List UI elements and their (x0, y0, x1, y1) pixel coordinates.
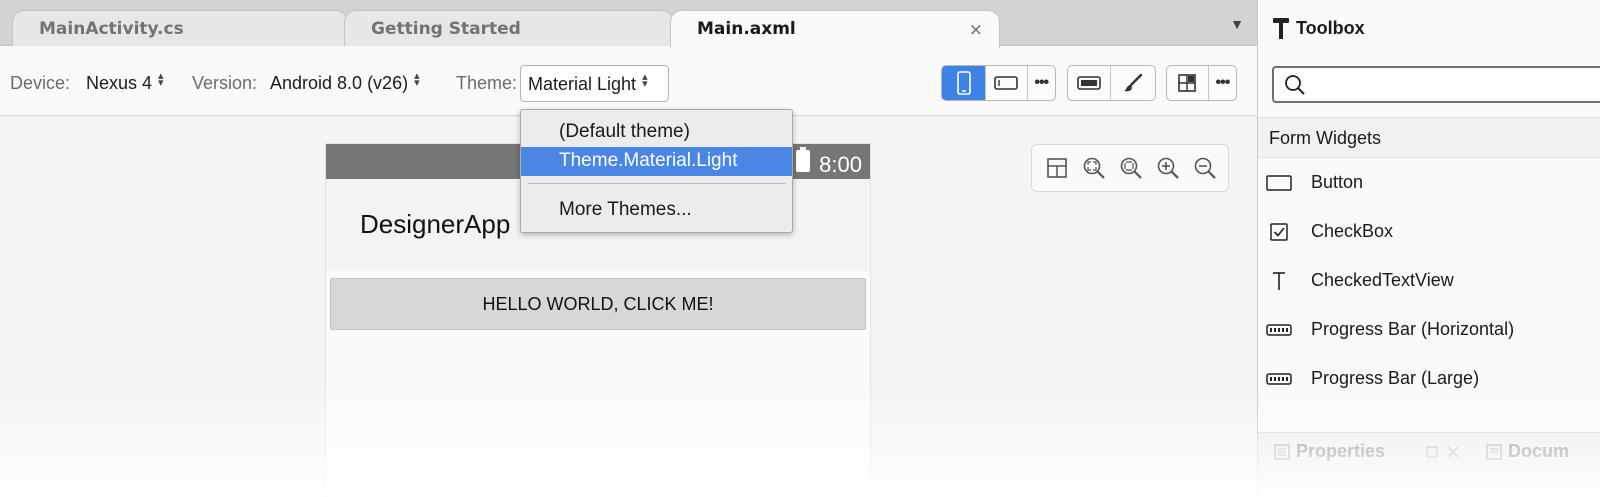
document-icon (1486, 444, 1502, 460)
brush-button[interactable] (1111, 66, 1155, 100)
bottom-panel-tabs: Properties Docum (1258, 432, 1600, 497)
toolbox-item-progress-large[interactable]: Progress Bar (Large) (1258, 354, 1600, 403)
toolbox-item-label: Progress Bar (Large) (1311, 368, 1480, 388)
widget-icon (1077, 76, 1101, 90)
properties-icon (1274, 444, 1290, 460)
landscape-button[interactable] (986, 66, 1028, 100)
layout-icon[interactable] (1042, 154, 1071, 183)
category-form-widgets[interactable]: Form Widgets (1258, 117, 1600, 158)
zoom-out-icon[interactable] (1190, 154, 1219, 183)
layout-button[interactable] (1167, 66, 1209, 100)
toolbox-item-button[interactable]: Button (1258, 158, 1600, 207)
menu-item-material-light[interactable]: Theme.Material.Light (521, 147, 792, 176)
hammer-icon (1273, 18, 1289, 39)
tab-label: Main.axml (697, 19, 796, 39)
grid-layout-icon (1178, 74, 1197, 92)
tab-label: MainActivity.cs (39, 19, 184, 39)
search-icon (1285, 75, 1305, 95)
device-label: Device: (10, 73, 71, 93)
widget-mode-button[interactable] (1068, 66, 1112, 100)
tab-label: Getting Started (371, 19, 521, 39)
portrait-button[interactable] (942, 66, 987, 100)
zoom-in-icon[interactable] (1153, 154, 1182, 183)
designer-editor: MainActivity.cs Getting Started Main.axm… (0, 0, 1258, 497)
device-selector[interactable]: Nexus 4 ▴ ▾ (86, 70, 164, 94)
layout-more-button[interactable]: ••• (1209, 66, 1236, 100)
phone-landscape-icon (994, 76, 1019, 90)
search-input[interactable] (1314, 74, 1594, 96)
toolbox-item-label: Button (1311, 172, 1364, 192)
progress-bar-icon (1266, 366, 1292, 392)
more-icon: ••• (1215, 74, 1230, 91)
layout-tools-group: ••• (1166, 65, 1237, 101)
orientation-toggle-group: ••• (941, 65, 1056, 101)
battery-icon (796, 147, 810, 172)
button-icon (1266, 170, 1292, 196)
toolbox-item-checkbox[interactable]: CheckBox (1258, 207, 1600, 256)
toolbox-item-progress-horizontal[interactable]: Progress Bar (Horizontal) (1258, 305, 1600, 354)
version-value: Android 8.0 (v26) (270, 73, 409, 93)
toolbox-item-label: Progress Bar (Horizontal) (1311, 319, 1515, 339)
tab-getting-started[interactable]: Getting Started (344, 10, 674, 47)
tab-main-axml[interactable]: Main.axml × (670, 10, 1000, 48)
menu-item-default-theme[interactable]: (Default theme) (521, 118, 792, 147)
status-time: 8:00 (819, 152, 862, 177)
theme-selector[interactable]: Material Light ▴ ▾ (520, 65, 669, 102)
tab-document-outline[interactable]: Docum (1508, 441, 1569, 462)
updown-icon: ▴ ▾ (158, 70, 164, 89)
close-icon[interactable]: × (969, 20, 983, 40)
device-more-button[interactable]: ••• (1028, 66, 1056, 100)
checkbox-icon (1266, 219, 1292, 245)
brush-icon (1124, 73, 1143, 92)
device-value: Nexus 4 (86, 73, 153, 93)
tab-overflow-icon[interactable]: ▼ (1230, 16, 1244, 32)
document-tab-bar: MainActivity.cs Getting Started Main.axm… (0, 0, 1258, 48)
toolbox-title: Toolbox (1296, 18, 1365, 38)
toolbox-item-label: CheckBox (1311, 221, 1394, 241)
updown-icon: ▴ ▾ (642, 71, 648, 90)
menu-item-more-themes[interactable]: More Themes... (521, 196, 792, 225)
menu-separator (528, 183, 786, 184)
zoom-fit-icon[interactable] (1079, 154, 1108, 183)
toolbox-item-label: CheckedTextView (1311, 270, 1454, 290)
theme-dropdown-menu: (Default theme) Theme.Material.Light Mor… (520, 109, 793, 233)
designer-toolbar: Device: Nexus 4 ▴ ▾ Version: Android 8.0 (… (0, 46, 1258, 116)
text-icon (1266, 268, 1292, 294)
pin-icon[interactable] (1426, 446, 1438, 458)
toolbox-search[interactable] (1272, 66, 1600, 103)
tab-mainactivity[interactable]: MainActivity.cs (12, 10, 348, 47)
close-icon[interactable] (1447, 446, 1459, 458)
zoom-actual-icon[interactable] (1116, 154, 1145, 183)
version-selector[interactable]: Android 8.0 (v26) ▴ ▾ (270, 70, 420, 94)
toolbox-item-checkedtextview[interactable]: CheckedTextView (1258, 256, 1600, 305)
design-tools-group (1067, 65, 1156, 101)
theme-value: Material Light (528, 74, 637, 94)
theme-label: Theme: (456, 73, 518, 93)
phone-portrait-icon (956, 71, 971, 95)
version-label: Version: (192, 73, 258, 93)
progress-bar-icon (1266, 317, 1292, 343)
updown-icon: ▴ ▾ (414, 70, 420, 89)
hello-world-button[interactable]: HELLO WORLD, CLICK ME! (330, 278, 866, 330)
tab-properties[interactable]: Properties (1296, 441, 1385, 462)
more-icon: ••• (1034, 74, 1049, 91)
toolbox-panel: Toolbox Form Widgets Button CheckBox Che… (1258, 0, 1600, 497)
zoom-toolbar (1031, 144, 1229, 192)
app-title: DesignerApp (360, 209, 511, 239)
